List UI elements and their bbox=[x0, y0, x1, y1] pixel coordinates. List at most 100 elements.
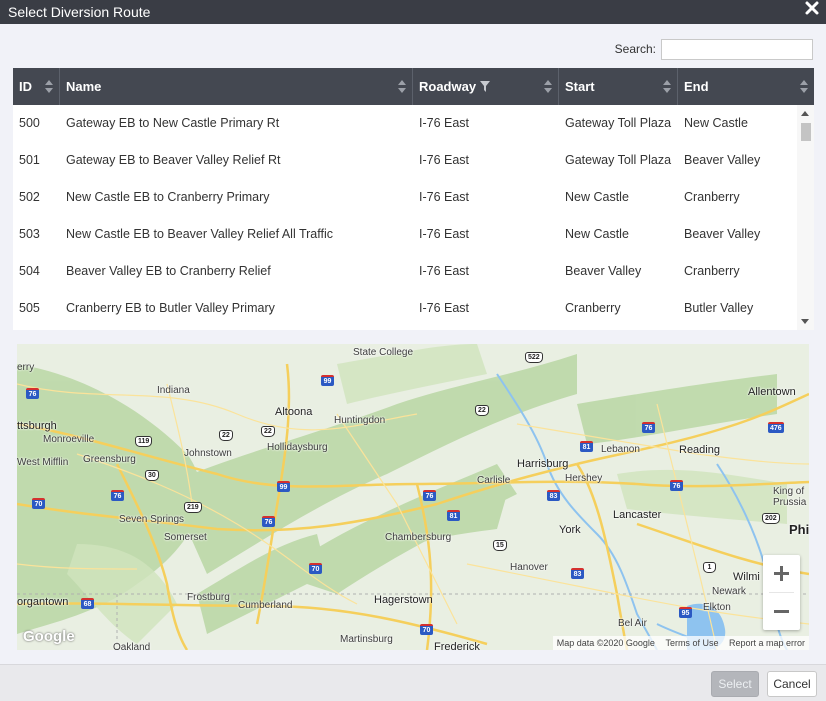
highway-shield: 22 bbox=[219, 430, 233, 441]
table-scrollbar[interactable] bbox=[797, 105, 814, 330]
scroll-up-icon[interactable] bbox=[801, 111, 809, 116]
map-label-altoona: Altoona bbox=[275, 406, 313, 418]
table-row[interactable]: 501 Gateway EB to Beaver Valley Relief R… bbox=[13, 142, 797, 179]
plus-icon bbox=[774, 566, 789, 581]
map-label-reading: Reading bbox=[679, 444, 720, 456]
highway-shield: 202 bbox=[762, 513, 780, 524]
terms-of-use-link[interactable]: Terms of Use bbox=[665, 638, 718, 648]
highway-shield: 22 bbox=[475, 405, 489, 416]
map-label-johnstown: Johnstown bbox=[184, 448, 232, 459]
zoom-out-button[interactable] bbox=[763, 593, 800, 630]
cell-end: Cranberry bbox=[684, 190, 740, 204]
column-header-start[interactable]: Start bbox=[559, 68, 678, 105]
report-map-error-link[interactable]: Report a map error bbox=[729, 638, 805, 648]
filter-icon[interactable] bbox=[480, 80, 491, 92]
highway-shield: 76 bbox=[26, 388, 39, 399]
cell-id: 503 bbox=[19, 227, 40, 241]
highway-shield: 119 bbox=[135, 436, 153, 447]
column-header-id[interactable]: ID bbox=[13, 68, 60, 105]
diversion-route-dialog: Select Diversion Route Search: ID Name R… bbox=[0, 0, 826, 701]
cell-start: New Castle bbox=[565, 190, 629, 204]
highway-shield: 219 bbox=[184, 502, 202, 513]
sort-icon bbox=[45, 80, 53, 93]
select-button[interactable]: Select bbox=[711, 671, 759, 697]
search-label: Search: bbox=[614, 42, 656, 56]
cell-start: Beaver Valley bbox=[565, 264, 642, 278]
map-label-seven-springs: Seven Springs bbox=[119, 514, 185, 525]
column-header-roadway[interactable]: Roadway bbox=[413, 68, 559, 105]
routes-table: ID Name Roadway Start End 500 Gateway EB… bbox=[13, 68, 814, 330]
table-header: ID Name Roadway Start End bbox=[13, 68, 814, 105]
cell-end: Beaver Valley bbox=[684, 227, 761, 241]
map-zoom-control bbox=[763, 555, 800, 630]
map-label-newark: Newark bbox=[712, 586, 746, 597]
google-logo: Google bbox=[23, 628, 75, 645]
table-row[interactable]: 504 Beaver Valley EB to Cranberry Relief… bbox=[13, 253, 797, 290]
cell-end: Butler Valley bbox=[684, 301, 754, 315]
highway-shield: 70 bbox=[32, 498, 45, 509]
map-label-erry: erry bbox=[17, 362, 35, 373]
map-label-frostburg: Frostburg bbox=[187, 592, 230, 603]
cell-name: New Castle EB to Beaver Valley Relief Al… bbox=[66, 227, 334, 241]
highway-shield: 30 bbox=[145, 470, 159, 481]
cell-start: Gateway Toll Plaza bbox=[565, 153, 672, 167]
cell-start: Gateway Toll Plaza bbox=[565, 116, 672, 130]
map-label-chambersburg: Chambersburg bbox=[385, 532, 452, 543]
highway-shield: 81 bbox=[447, 510, 460, 521]
map-label-huntingdon: Huntingdon bbox=[334, 415, 386, 426]
column-header-end[interactable]: End bbox=[678, 68, 814, 105]
highway-shield: 95 bbox=[679, 607, 692, 618]
highway-shield: 76 bbox=[423, 490, 436, 501]
column-header-label: Name bbox=[66, 79, 102, 94]
highway-shield: 15 bbox=[493, 540, 507, 551]
cancel-button[interactable]: Cancel bbox=[767, 671, 817, 697]
cell-name: Gateway EB to Beaver Valley Relief Rt bbox=[66, 153, 281, 167]
cell-name: New Castle EB to Cranberry Primary bbox=[66, 190, 270, 204]
map-label-frederick: Frederick bbox=[434, 641, 480, 650]
table-row[interactable]: 503 New Castle EB to Beaver Valley Relie… bbox=[13, 216, 797, 253]
highway-shield: 1 bbox=[703, 562, 716, 573]
sort-icon bbox=[663, 80, 671, 93]
map-label-hagerstown: Hagerstown bbox=[374, 594, 433, 606]
cell-roadway: I-76 East bbox=[419, 116, 470, 130]
highway-shield: 476 bbox=[768, 422, 784, 433]
highway-shield: 76 bbox=[111, 490, 124, 501]
cell-roadway: I-76 East bbox=[419, 227, 470, 241]
table-row[interactable]: 500 Gateway EB to New Castle Primary Rt … bbox=[13, 105, 797, 142]
zoom-in-button[interactable] bbox=[763, 555, 800, 592]
cell-id: 502 bbox=[19, 190, 40, 204]
close-icon[interactable] bbox=[804, 0, 820, 16]
scroll-thumb[interactable] bbox=[801, 123, 811, 141]
sort-icon bbox=[398, 80, 406, 93]
column-header-label: Roadway bbox=[419, 79, 477, 94]
scroll-down-icon[interactable] bbox=[801, 319, 809, 324]
map-label-wilmington: Wilmi bbox=[733, 571, 760, 583]
map-label-philadelphia: Phil bbox=[789, 522, 809, 537]
table-body: 500 Gateway EB to New Castle Primary Rt … bbox=[13, 105, 797, 330]
search-input[interactable] bbox=[661, 38, 813, 60]
map-label-somerset: Somerset bbox=[164, 532, 207, 543]
map-label-harrisburg: Harrisburg bbox=[517, 458, 569, 470]
map-label-king-of-prussia: King of Prussia bbox=[773, 486, 807, 508]
cell-start: New Castle bbox=[565, 227, 629, 241]
table-row[interactable]: 502 New Castle EB to Cranberry Primary I… bbox=[13, 179, 797, 216]
search-row: Search: bbox=[615, 38, 813, 60]
highway-shield: 99 bbox=[321, 375, 334, 386]
cell-name: Cranberry EB to Butler Valley Primary bbox=[66, 301, 275, 315]
map-label-hanover: Hanover bbox=[510, 562, 548, 573]
cell-roadway: I-76 East bbox=[419, 153, 470, 167]
table-row[interactable]: 505 Cranberry EB to Butler Valley Primar… bbox=[13, 290, 797, 327]
map-label-monroeville: Monroeville bbox=[43, 434, 95, 445]
route-map[interactable]: State College erry Indiana Altoona Hunti… bbox=[17, 344, 809, 650]
cell-end: Cranberry bbox=[684, 264, 740, 278]
column-header-label: End bbox=[684, 79, 709, 94]
column-header-name[interactable]: Name bbox=[60, 68, 413, 105]
cell-name: Beaver Valley EB to Cranberry Relief bbox=[66, 264, 271, 278]
map-label-greensburg: Greensburg bbox=[83, 454, 136, 465]
highway-shield: 83 bbox=[571, 568, 584, 579]
column-header-label: ID bbox=[19, 79, 32, 94]
cell-roadway: I-76 East bbox=[419, 301, 470, 315]
highway-shield: 83 bbox=[547, 490, 560, 501]
sort-icon bbox=[800, 80, 808, 93]
map-label-hershey: Hershey bbox=[565, 473, 603, 484]
